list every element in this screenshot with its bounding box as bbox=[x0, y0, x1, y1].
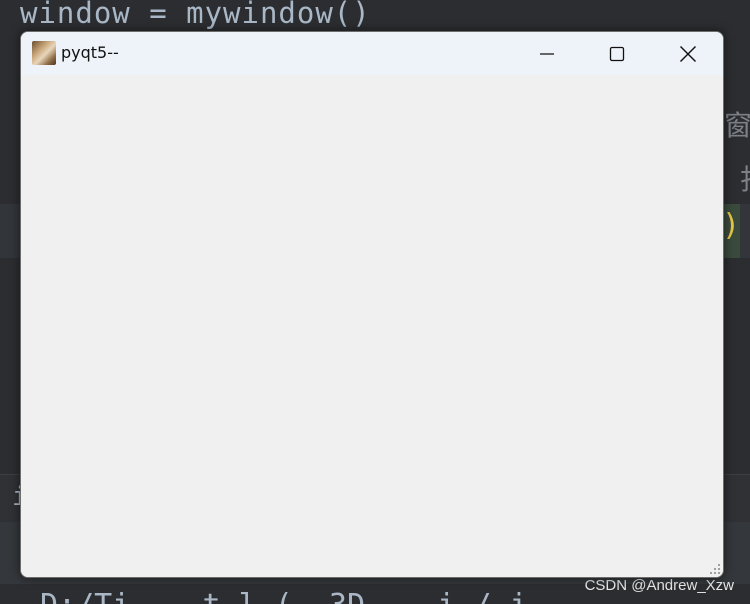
code-fragment: 窗 bbox=[724, 109, 750, 142]
title-bar[interactable]: pyqt5-- bbox=[21, 32, 723, 75]
close-icon bbox=[679, 45, 696, 62]
watermark: CSDN @Andrew_Xzw bbox=[584, 577, 734, 594]
maximize-button[interactable] bbox=[582, 32, 652, 75]
code-fragment: 打 bbox=[740, 158, 750, 198]
minimize-icon bbox=[540, 52, 554, 55]
code-line: window = mywindow() bbox=[20, 0, 371, 30]
maximize-icon bbox=[609, 46, 625, 61]
app-window[interactable]: pyqt5-- bbox=[20, 31, 724, 578]
window-title: pyqt5-- bbox=[61, 43, 119, 62]
code-fragment: ) bbox=[722, 208, 741, 243]
app-image-icon[interactable] bbox=[32, 41, 56, 65]
close-button[interactable] bbox=[652, 32, 723, 75]
minimize-button[interactable] bbox=[512, 32, 582, 75]
window-client-area bbox=[21, 75, 723, 577]
resize-grip-icon[interactable] bbox=[709, 563, 721, 575]
code-line: D:/Ti t l ( 3D i / i bbox=[40, 588, 528, 604]
